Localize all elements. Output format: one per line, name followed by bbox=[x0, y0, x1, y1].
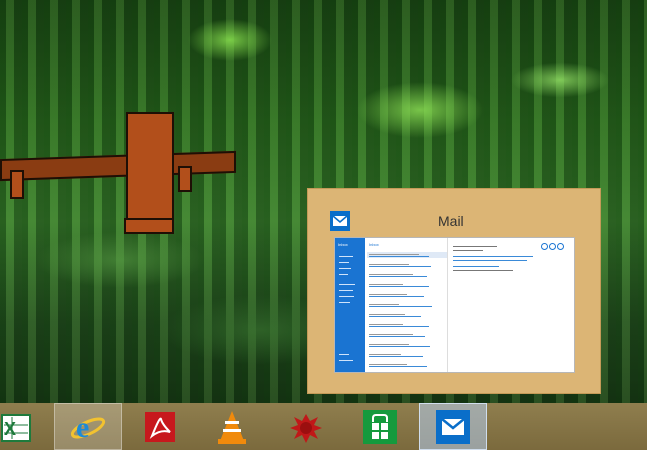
svg-text:X: X bbox=[4, 419, 16, 439]
taskbar-excel-button[interactable]: X bbox=[0, 403, 38, 450]
taskbar-pdf-button[interactable] bbox=[126, 403, 194, 450]
taskbar-ie-button[interactable]: e bbox=[54, 403, 122, 450]
thumbnail-list-header: Inbox bbox=[369, 242, 379, 247]
svg-text:e: e bbox=[76, 411, 89, 444]
thumbnail-message-list: Inbox bbox=[367, 238, 448, 372]
taskbar-vlc-button[interactable] bbox=[198, 403, 266, 450]
mail-thumbnail[interactable]: Inbox Inbox bbox=[334, 237, 575, 373]
preview-title: Mail bbox=[438, 213, 464, 229]
mail-window-preview[interactable]: Mail Inbox Inbox bbox=[307, 188, 601, 394]
thumbnail-sidebar: Inbox bbox=[335, 238, 365, 372]
taskbar: X e bbox=[0, 403, 647, 450]
mail-app-icon bbox=[330, 211, 350, 231]
thumbnail-sidebar-label: Inbox bbox=[338, 242, 348, 247]
taskbar-store-button[interactable] bbox=[346, 403, 414, 450]
taskbar-mail-button[interactable] bbox=[419, 403, 487, 450]
taskbar-paint-button[interactable] bbox=[272, 403, 340, 450]
